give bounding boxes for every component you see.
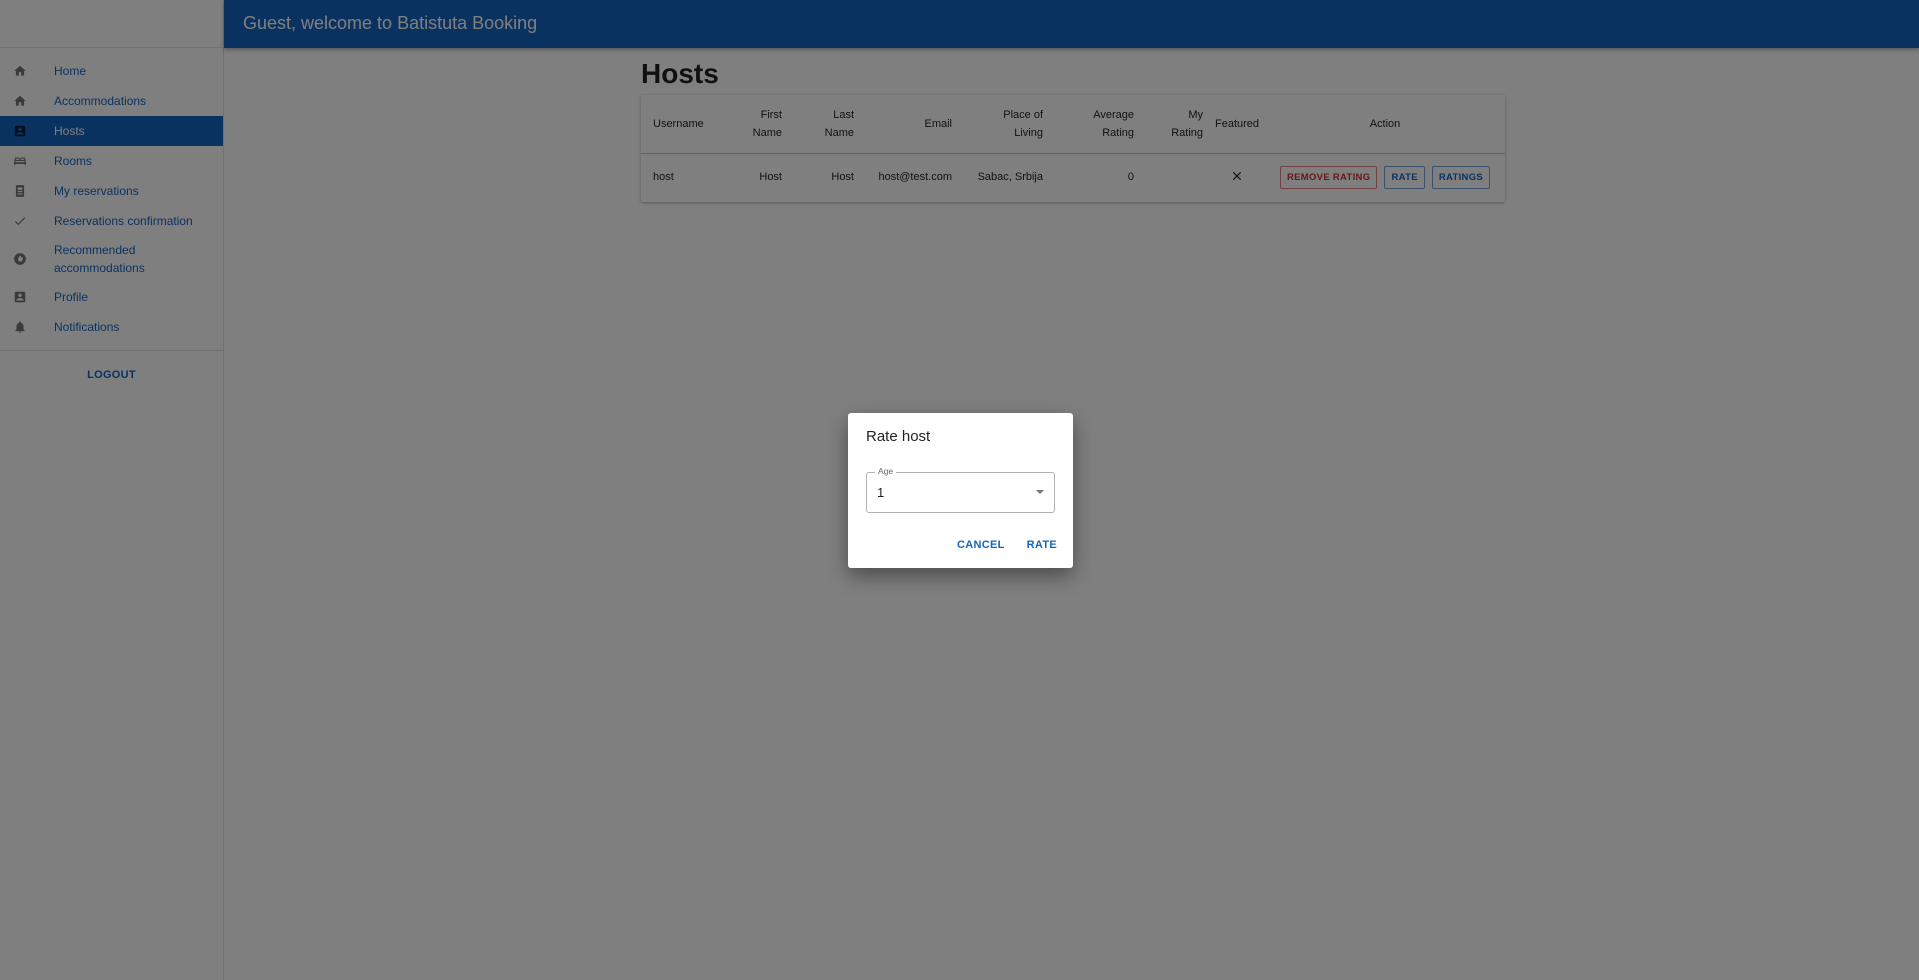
dialog-title: Rate host: [866, 428, 931, 445]
dropdown-arrow-icon: [1036, 490, 1044, 494]
age-select-label: Age: [875, 466, 897, 476]
age-select-value: 1: [877, 485, 885, 500]
rate-host-dialog: Rate host Age 1 CANCEL RATE: [848, 413, 1073, 568]
age-select[interactable]: Age 1: [866, 466, 1055, 513]
cancel-button[interactable]: CANCEL: [957, 539, 1005, 551]
dialog-actions: CANCEL RATE: [957, 539, 1057, 551]
confirm-rate-button[interactable]: RATE: [1027, 539, 1057, 551]
